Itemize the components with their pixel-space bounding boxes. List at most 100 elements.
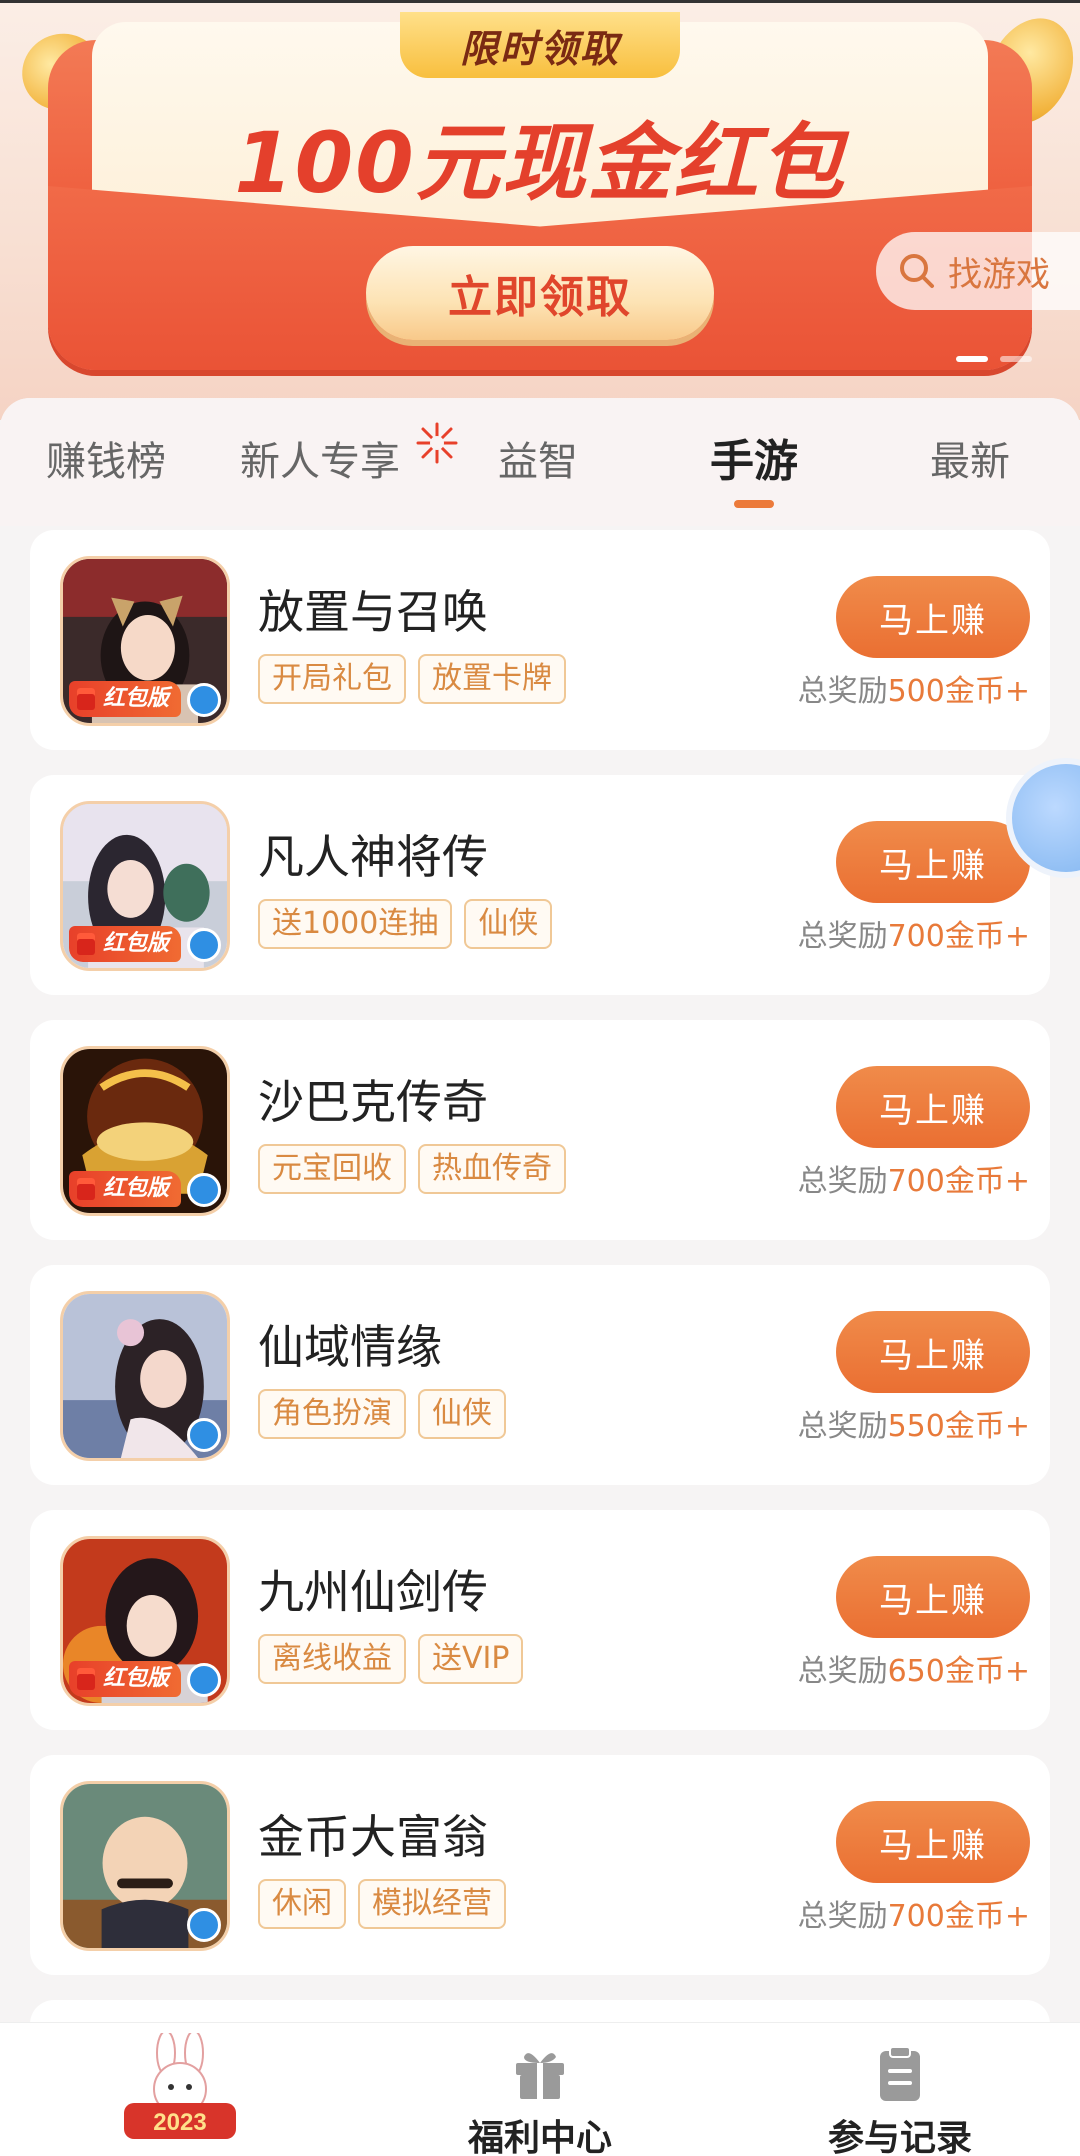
- earn-now-button[interactable]: 马上赚: [836, 1801, 1030, 1883]
- game-tags: 离线收益 送VIP: [258, 1634, 524, 1684]
- swirl-icon: [187, 1418, 221, 1452]
- reward-prefix: 总奖励: [797, 1899, 888, 1934]
- carousel-dot: [1000, 356, 1032, 362]
- rabbit-2023-icon: 2023: [124, 2033, 236, 2139]
- game-tag: 仙侠: [464, 899, 553, 949]
- reward-amount: 700金币+: [887, 1899, 1030, 1934]
- nav-home[interactable]: 2023: [40, 2023, 320, 2156]
- tab-label: 新人专享: [240, 439, 400, 485]
- nav-records-label: 参与记录: [827, 2118, 972, 2156]
- game-icon[interactable]: [60, 1291, 230, 1461]
- earn-now-button[interactable]: 马上赚: [836, 1311, 1030, 1393]
- tab-label: 益智: [498, 439, 578, 485]
- game-icon[interactable]: 红包版: [60, 801, 230, 971]
- total-reward: 总奖励700金币+: [798, 911, 1030, 955]
- nav-welfare-center[interactable]: 福利中心: [400, 2023, 680, 2156]
- earn-now-button[interactable]: 马上赚: [836, 576, 1030, 658]
- tab-label: 手游: [710, 436, 798, 487]
- swirl-icon: [187, 1663, 221, 1697]
- reward-prefix: 总奖励: [797, 1409, 888, 1444]
- nav-welfare-label: 福利中心: [467, 2118, 612, 2156]
- swirl-icon: [187, 683, 221, 717]
- tab-label: 赚钱榜: [46, 439, 166, 485]
- red-packet-badge: 红包版: [69, 681, 182, 717]
- reward-prefix: 总奖励: [797, 674, 888, 709]
- status-bar-edge: [0, 0, 1080, 3]
- tab-newcomer[interactable]: 新人专享: [240, 434, 400, 490]
- reward-prefix: 总奖励: [797, 919, 888, 954]
- game-card[interactable]: 红包版 放置与召唤 开局礼包 放置卡牌 马上赚 总奖励500金币+: [30, 530, 1050, 750]
- game-card[interactable]: 金币大富翁 休闲 模拟经营 马上赚 总奖励700金币+: [30, 1755, 1050, 1975]
- red-packet-badge: 红包版: [69, 1661, 182, 1697]
- game-name: 放置与召唤: [258, 585, 488, 639]
- earn-now-button[interactable]: 马上赚: [836, 821, 1030, 903]
- claim-now-button[interactable]: 立即领取: [366, 246, 714, 340]
- reward-amount: 700金币+: [887, 1164, 1030, 1199]
- carousel-dot-active: [956, 356, 988, 362]
- game-list: 红包版 放置与召唤 开局礼包 放置卡牌 马上赚 总奖励500金币+ 红包版 凡人…: [30, 530, 1050, 2085]
- total-reward: 总奖励500金币+: [798, 666, 1030, 710]
- game-icon[interactable]: 红包版: [60, 1046, 230, 1216]
- reward-amount: 700金币+: [887, 919, 1030, 954]
- game-name: 沙巴克传奇: [258, 1075, 488, 1129]
- bottom-navigation: 2023 福利中心 参与记录: [0, 2022, 1080, 2156]
- swirl-icon: [187, 928, 221, 962]
- firework-icon: [416, 422, 458, 464]
- game-icon[interactable]: 红包版: [60, 556, 230, 726]
- game-card[interactable]: 红包版 凡人神将传 送1000连抽 仙侠 马上赚 总奖励700金币+: [30, 775, 1050, 995]
- category-tabs: 赚钱榜 新人专享 益智 手游 最新: [0, 398, 1080, 526]
- reward-prefix: 总奖励: [797, 1654, 888, 1689]
- game-tag: 休闲: [258, 1879, 346, 1929]
- game-icon[interactable]: 红包版: [60, 1536, 230, 1706]
- game-tags: 角色扮演 仙侠: [258, 1389, 506, 1439]
- carousel-indicator: [956, 356, 1032, 362]
- tab-latest[interactable]: 最新: [930, 434, 1010, 490]
- game-icon[interactable]: [60, 1781, 230, 1951]
- game-tag: 离线收益: [258, 1634, 406, 1684]
- game-card[interactable]: 红包版 九州仙剑传 离线收益 送VIP 马上赚 总奖励650金币+: [30, 1510, 1050, 1730]
- game-tag: 模拟经营: [358, 1879, 506, 1929]
- limited-time-ribbon: 限时领取: [400, 12, 680, 78]
- tab-mobile-games[interactable]: 手游: [710, 434, 798, 508]
- tab-puzzle[interactable]: 益智: [498, 434, 578, 490]
- red-packet-badge: 红包版: [69, 1171, 182, 1207]
- game-card[interactable]: 仙域情缘 角色扮演 仙侠 马上赚 总奖励550金币+: [30, 1265, 1050, 1485]
- clipboard-icon: [880, 2046, 920, 2101]
- game-tags: 休闲 模拟经营: [258, 1879, 506, 1929]
- reward-prefix: 总奖励: [797, 1164, 888, 1199]
- game-tag: 热血传奇: [418, 1144, 566, 1194]
- total-reward: 总奖励650金币+: [798, 1646, 1030, 1690]
- game-name: 仙域情缘: [258, 1320, 442, 1374]
- nav-participation-records[interactable]: 参与记录: [760, 2023, 1040, 2156]
- game-card[interactable]: 红包版 沙巴克传奇 元宝回收 热血传奇 马上赚 总奖励700金币+: [30, 1020, 1050, 1240]
- game-tag: 角色扮演: [258, 1389, 406, 1439]
- earn-now-button[interactable]: 马上赚: [836, 1556, 1030, 1638]
- year-label: 2023: [153, 2109, 206, 2136]
- game-tag: 仙侠: [418, 1389, 506, 1439]
- tab-label: 最新: [930, 439, 1010, 485]
- game-name: 金币大富翁: [258, 1810, 488, 1864]
- game-tags: 元宝回收 热血传奇: [258, 1144, 566, 1194]
- game-tags: 送1000连抽 仙侠: [258, 899, 553, 949]
- game-tag: 开局礼包: [258, 654, 406, 704]
- swirl-icon: [187, 1173, 221, 1207]
- banner-headline: 100元现金红包: [234, 114, 846, 212]
- gift-icon: [516, 2053, 564, 2099]
- game-tag: 元宝回收: [258, 1144, 406, 1194]
- swirl-icon: [187, 1908, 221, 1942]
- game-name: 凡人神将传: [258, 830, 488, 884]
- reward-amount: 650金币+: [887, 1654, 1030, 1689]
- reward-amount: 500金币+: [887, 674, 1030, 709]
- red-packet-badge: 红包版: [69, 926, 182, 962]
- find-game-button[interactable]: 找游戏: [876, 232, 1080, 310]
- search-icon: [898, 252, 936, 290]
- total-reward: 总奖励700金币+: [798, 1156, 1030, 1200]
- find-game-label: 找游戏: [948, 254, 1050, 295]
- game-tag: 送1000连抽: [258, 899, 453, 949]
- promo-banner[interactable]: 限时领取 100元现金红包 立即领取 找游戏: [0, 0, 1080, 420]
- game-tag: 放置卡牌: [418, 654, 566, 704]
- game-tags: 开局礼包 放置卡牌: [258, 654, 566, 704]
- tab-earning-rank[interactable]: 赚钱榜: [46, 434, 166, 490]
- active-tab-indicator: [734, 500, 774, 508]
- earn-now-button[interactable]: 马上赚: [836, 1066, 1030, 1148]
